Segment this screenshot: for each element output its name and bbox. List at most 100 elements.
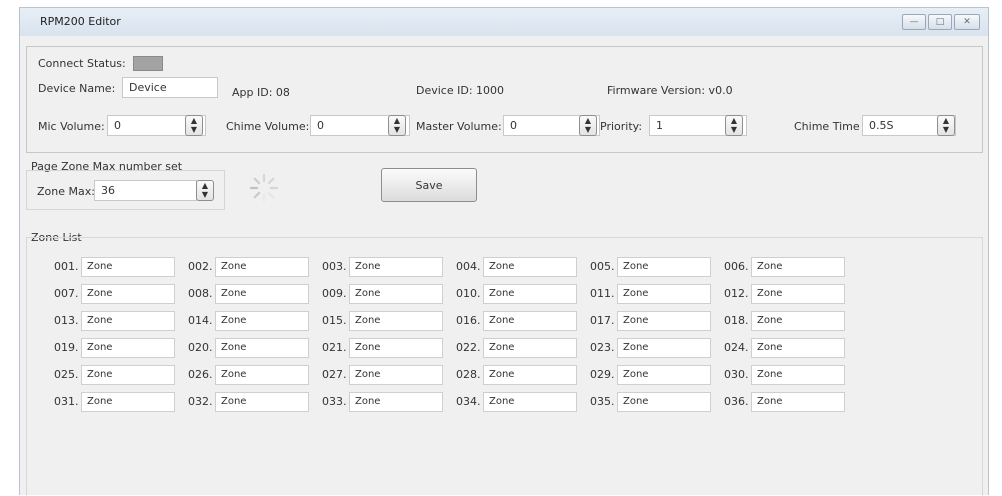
zone-name-field[interactable]: Zone xyxy=(617,338,711,358)
chime-volume-label: Chime Volume: xyxy=(226,120,310,133)
zone-name-field[interactable]: Zone xyxy=(349,392,443,412)
spinner-up-icon[interactable]: ▲ xyxy=(726,117,742,125)
zone-name-field[interactable]: Zone xyxy=(349,338,443,358)
zone-name-field[interactable]: Zone xyxy=(349,365,443,385)
zone-number-label: 002. xyxy=(188,260,213,273)
priority-label: Priority: xyxy=(600,120,643,133)
spinner-down-icon[interactable]: ▼ xyxy=(186,126,202,134)
zone-max-group: Zone Max: 36 ▲ ▼ xyxy=(26,170,225,210)
zone-number-label: 023. xyxy=(590,341,615,354)
chime-time-spinner[interactable]: ▲ ▼ xyxy=(937,115,955,136)
zone-max-label: Zone Max: xyxy=(37,185,95,198)
zone-name-field[interactable]: Zone xyxy=(617,257,711,277)
zone-name-field[interactable]: Zone xyxy=(483,365,577,385)
spinner-up-icon[interactable]: ▲ xyxy=(389,117,405,125)
zone-number-label: 013. xyxy=(54,314,79,327)
connect-status-indicator xyxy=(133,56,163,71)
zone-name-field[interactable]: Zone xyxy=(81,365,175,385)
zone-max-spinner[interactable]: ▲ ▼ xyxy=(196,180,214,201)
master-volume-spinner[interactable]: ▲ ▼ xyxy=(579,115,597,136)
zone-name-field[interactable]: Zone xyxy=(81,257,175,277)
zone-name-field[interactable]: Zone xyxy=(215,392,309,412)
zone-name-field[interactable]: Zone xyxy=(215,365,309,385)
spinner-down-icon[interactable]: ▼ xyxy=(197,191,213,199)
device-id-text: Device ID: 1000 xyxy=(416,84,505,97)
zone-number-label: 029. xyxy=(590,368,615,381)
chime-time-label: Chime Time xyxy=(794,120,860,133)
zone-number-label: 014. xyxy=(188,314,213,327)
spinner-down-icon[interactable]: ▼ xyxy=(938,126,954,134)
master-volume-label: Master Volume: xyxy=(416,120,502,133)
zone-name-field[interactable]: Zone xyxy=(617,392,711,412)
loading-spinner-icon xyxy=(249,173,279,203)
zone-number-label: 010. xyxy=(456,287,481,300)
zone-name-field[interactable]: Zone xyxy=(751,338,845,358)
zone-name-field[interactable]: Zone xyxy=(215,284,309,304)
zone-name-field[interactable]: Zone xyxy=(751,392,845,412)
zone-name-field[interactable]: Zone xyxy=(483,338,577,358)
zone-name-field[interactable]: Zone xyxy=(483,392,577,412)
spinner-up-icon[interactable]: ▲ xyxy=(938,117,954,125)
mic-volume-spinner[interactable]: ▲ ▼ xyxy=(185,115,203,136)
zone-number-label: 031. xyxy=(54,395,79,408)
zone-number-label: 034. xyxy=(456,395,481,408)
spinner-down-icon[interactable]: ▼ xyxy=(580,126,596,134)
zone-name-field[interactable]: Zone xyxy=(81,338,175,358)
zone-name-field[interactable]: Zone xyxy=(81,284,175,304)
zone-name-field[interactable]: Zone xyxy=(617,365,711,385)
zone-number-label: 009. xyxy=(322,287,347,300)
device-name-field[interactable]: Device xyxy=(122,77,218,98)
chime-volume-spinner[interactable]: ▲ ▼ xyxy=(388,115,406,136)
device-name-label: Device Name: xyxy=(38,82,116,95)
zone-number-label: 036. xyxy=(724,395,749,408)
minimize-button[interactable]: — xyxy=(902,14,926,30)
zone-number-label: 021. xyxy=(322,341,347,354)
zone-name-field[interactable]: Zone xyxy=(81,392,175,412)
zone-name-field[interactable]: Zone xyxy=(349,284,443,304)
spinner-up-icon[interactable]: ▲ xyxy=(197,182,213,190)
zone-max-field[interactable]: 36 xyxy=(94,180,197,201)
zone-name-field[interactable]: Zone xyxy=(751,284,845,304)
priority-spinner[interactable]: ▲ ▼ xyxy=(725,115,743,136)
zone-name-field[interactable]: Zone xyxy=(751,257,845,277)
zone-number-label: 001. xyxy=(54,260,79,273)
zone-name-field[interactable]: Zone xyxy=(215,338,309,358)
zone-name-field[interactable]: Zone xyxy=(751,311,845,331)
close-button[interactable]: ✕ xyxy=(954,14,980,30)
zone-name-field[interactable]: Zone xyxy=(483,311,577,331)
device-settings-panel: Connect Status: Device Name: Device App … xyxy=(26,46,983,153)
title-bar[interactable]: RPM200 Editor — □ ✕ xyxy=(20,8,988,36)
save-button[interactable]: Save xyxy=(381,168,477,202)
maximize-button[interactable]: □ xyxy=(928,14,952,30)
zone-name-field[interactable]: Zone xyxy=(349,311,443,331)
spinner-down-icon[interactable]: ▼ xyxy=(389,126,405,134)
zone-name-field[interactable]: Zone xyxy=(215,257,309,277)
zone-number-label: 018. xyxy=(724,314,749,327)
zone-number-label: 003. xyxy=(322,260,347,273)
editor-window: RPM200 Editor — □ ✕ Connect Status: Devi… xyxy=(19,7,989,496)
connect-status-label: Connect Status: xyxy=(38,57,126,70)
zone-name-field[interactable]: Zone xyxy=(617,284,711,304)
zone-number-label: 033. xyxy=(322,395,347,408)
zone-name-field[interactable]: Zone xyxy=(617,311,711,331)
zone-name-field[interactable]: Zone xyxy=(483,284,577,304)
spinner-up-icon[interactable]: ▲ xyxy=(580,117,596,125)
zone-name-field[interactable]: Zone xyxy=(751,365,845,385)
zone-name-field[interactable]: Zone xyxy=(483,257,577,277)
zone-number-label: 035. xyxy=(590,395,615,408)
zone-number-label: 005. xyxy=(590,260,615,273)
zone-number-label: 007. xyxy=(54,287,79,300)
zone-number-label: 030. xyxy=(724,368,749,381)
zone-number-label: 016. xyxy=(456,314,481,327)
zone-number-label: 019. xyxy=(54,341,79,354)
zone-number-label: 017. xyxy=(590,314,615,327)
zone-name-field[interactable]: Zone xyxy=(349,257,443,277)
zone-number-label: 026. xyxy=(188,368,213,381)
spinner-down-icon[interactable]: ▼ xyxy=(726,126,742,134)
zone-number-label: 011. xyxy=(590,287,615,300)
zone-name-field[interactable]: Zone xyxy=(81,311,175,331)
spinner-up-icon[interactable]: ▲ xyxy=(186,117,202,125)
zone-name-field[interactable]: Zone xyxy=(215,311,309,331)
zone-number-label: 022. xyxy=(456,341,481,354)
mic-volume-label: Mic Volume: xyxy=(38,120,105,133)
